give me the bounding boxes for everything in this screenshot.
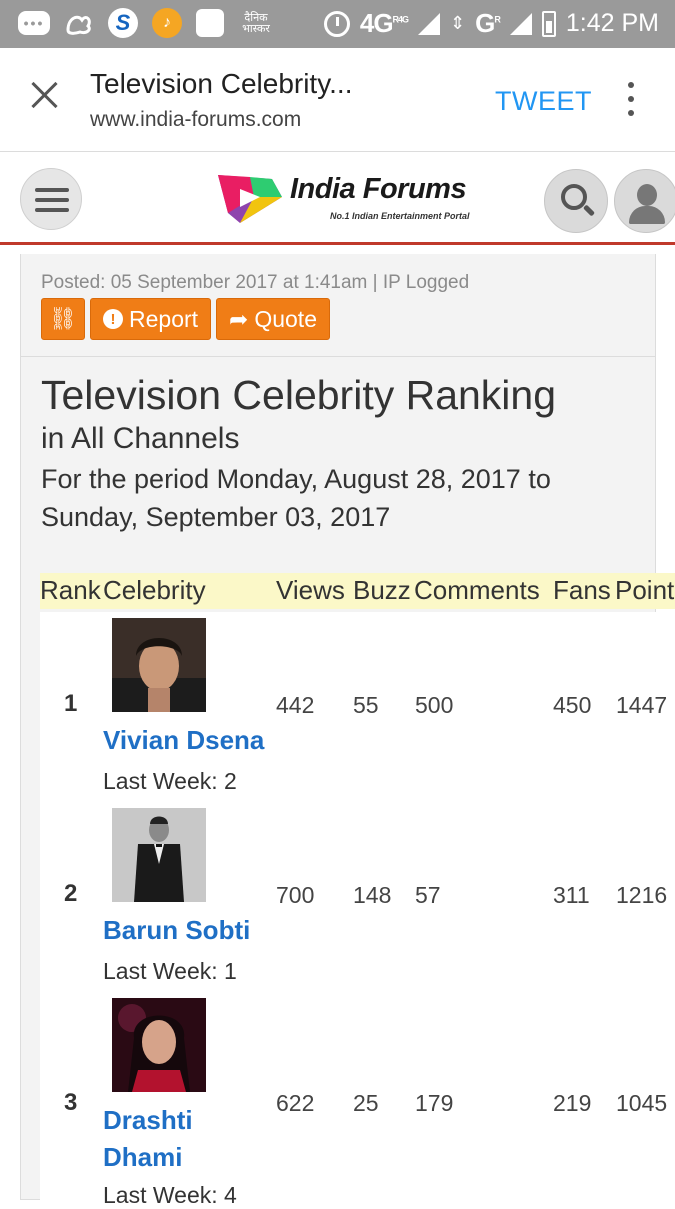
views-value: 442: [276, 692, 315, 718]
rank-number: 1: [64, 690, 78, 717]
celebrity-name-link[interactable]: Drashti Dhami: [103, 1102, 223, 1176]
table-row: 3 Drashti Dhami Last Week: 4 622 25 179 …: [40, 992, 675, 1208]
views-value: 622: [276, 1090, 315, 1116]
header-points: Points: [615, 575, 675, 605]
overflow-menu-icon[interactable]: [624, 82, 638, 116]
buzz-value: 25: [353, 1090, 379, 1116]
header-fans: Fans: [553, 575, 611, 605]
post-meta: Posted: 05 September 2017 at 1:41am | IP…: [41, 272, 470, 293]
comments-value: 179: [415, 1090, 454, 1116]
battery-icon: [541, 10, 556, 37]
alert-icon: !: [103, 309, 123, 329]
post-actions: ⛓ ! Report ➦ Quote: [41, 298, 330, 340]
table-row: 1 Vivian Dsena Last Week: 2 442 55 500 4…: [40, 612, 675, 802]
browser-toolbar: Television Celebrity... www.india-forums…: [0, 48, 675, 152]
views-value: 700: [276, 882, 315, 908]
points-value: 1045: [616, 1090, 668, 1116]
page-title: Television Celebrity...: [90, 68, 353, 99]
buzz-value: 148: [353, 882, 392, 908]
s-app-icon: S: [108, 8, 138, 38]
celebrity-photo[interactable]: [112, 618, 206, 712]
close-icon[interactable]: [28, 78, 62, 112]
fans-value: 219: [553, 1090, 592, 1116]
tweet-button[interactable]: TWEET: [495, 86, 592, 117]
celebrity-photo[interactable]: [112, 808, 206, 902]
status-bar: ••• S ♪ दैनिक भास्कर 4GR4G ⇕ GR 1:42 PM: [0, 0, 675, 48]
user-icon[interactable]: [614, 169, 675, 233]
permalink-button[interactable]: ⛓: [41, 298, 85, 340]
guitar-app-icon: ♪: [152, 8, 182, 38]
report-button[interactable]: ! Report: [90, 298, 212, 340]
signal-icon-2: [509, 12, 532, 35]
logo-text: India Forums: [290, 173, 467, 205]
last-week-rank: Last Week: 4: [103, 1182, 237, 1208]
celebrity-name-link[interactable]: Barun Sobti: [103, 912, 250, 949]
chat-icon: •••: [18, 11, 50, 35]
report-label: Report: [129, 305, 199, 332]
ranking-subtitle: in All Channels: [41, 422, 240, 455]
buzz-value: 55: [353, 692, 379, 718]
fans-value: 311: [553, 882, 590, 908]
comments-value: 57: [415, 882, 441, 908]
points-value: 1216: [616, 882, 668, 908]
status-notifications: ••• S ♪ दैनिक भास्कर: [18, 8, 274, 38]
last-week-rank: Last Week: 2: [103, 768, 237, 794]
quote-label: Quote: [254, 305, 317, 332]
celebrity-name-link[interactable]: Vivian Dsena: [103, 722, 264, 759]
site-logo[interactable]: India Forums No.1 Indian Entertainment P…: [210, 165, 500, 231]
ranking-period: For the period Monday, August 28, 2017 t…: [41, 464, 551, 532]
dainik-bhaskar-icon: दैनिक भास्कर: [242, 11, 270, 35]
page-url: www.india-forums.com: [90, 108, 302, 131]
logo-tagline: No.1 Indian Entertainment Portal: [330, 211, 470, 221]
last-week-rank: Last Week: 1: [103, 958, 237, 984]
alarm-icon: [323, 10, 350, 37]
celebrity-photo[interactable]: [112, 998, 206, 1092]
header-buzz: Buzz: [353, 575, 411, 605]
link-icon: ⛓: [49, 306, 77, 331]
divider: [21, 356, 655, 357]
share-arrow-icon: ➦: [229, 305, 249, 332]
signal-icon: [418, 12, 441, 35]
fans-value: 450: [553, 692, 592, 718]
header-rank: Rank: [40, 575, 101, 605]
app-square-icon: [196, 9, 224, 37]
network-type-2: GR: [475, 8, 501, 38]
header-comments: Comments: [414, 575, 540, 605]
uc-browser-icon: [64, 8, 94, 38]
rank-number: 3: [64, 1089, 78, 1116]
site-header: India Forums No.1 Indian Entertainment P…: [0, 153, 675, 245]
ranking-title: Television Celebrity Ranking: [41, 372, 557, 418]
hamburger-icon[interactable]: [20, 168, 82, 230]
network-type: 4GR4G: [359, 8, 409, 38]
header-celebrity: Celebrity: [103, 575, 206, 605]
table-row: 2 Barun Sobti Last Week: 1 700 148 57 31…: [40, 802, 675, 992]
rank-number: 2: [64, 880, 78, 907]
header-views: Views: [276, 575, 345, 605]
logo-mark-icon: [218, 175, 282, 223]
quote-button[interactable]: ➦ Quote: [216, 298, 330, 340]
clock: 1:42 PM: [565, 9, 659, 37]
ranking-table-header: Rank Celebrity Views Buzz Comments Fans …: [40, 573, 675, 609]
search-icon[interactable]: [544, 169, 608, 233]
status-system: 4GR4G ⇕ GR 1:42 PM: [323, 8, 659, 39]
points-value: 1447: [616, 692, 668, 718]
comments-value: 500: [415, 692, 454, 718]
